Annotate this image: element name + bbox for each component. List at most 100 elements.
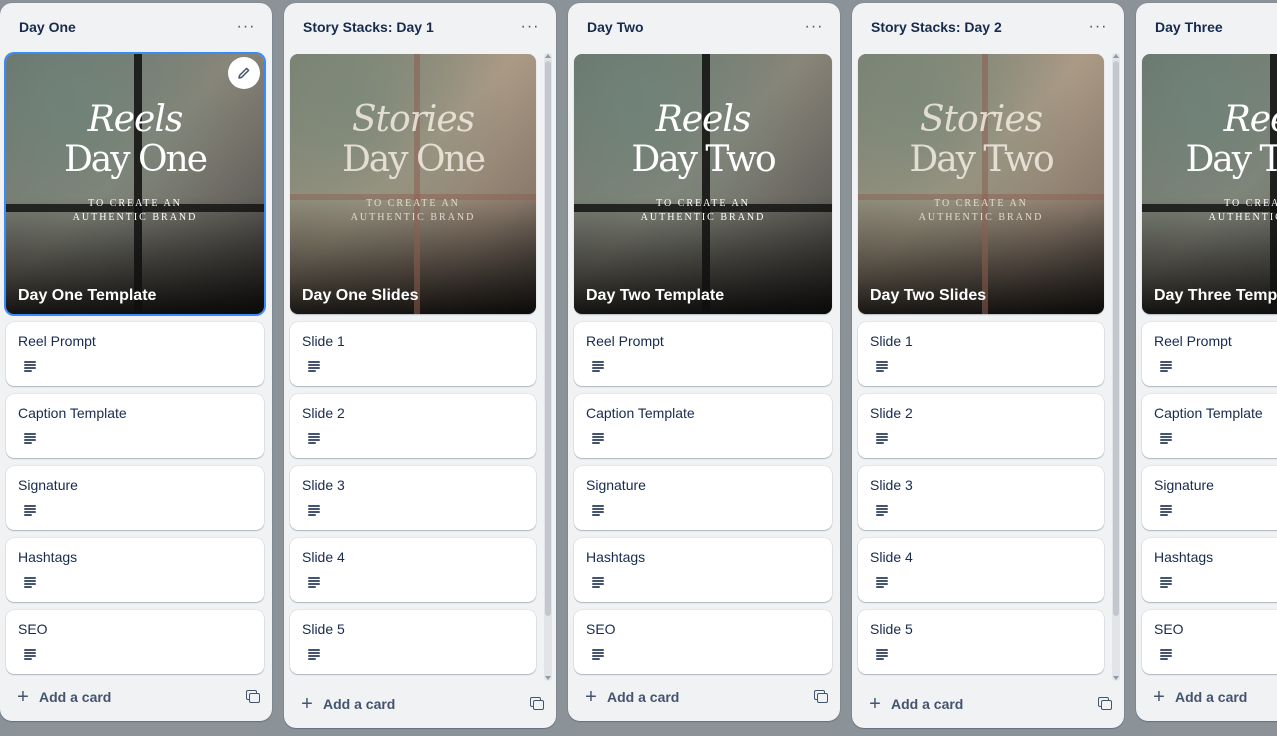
card[interactable]: Reel Prompt bbox=[1142, 322, 1277, 386]
card[interactable]: Slide 2 bbox=[858, 394, 1104, 458]
card[interactable]: Slide 3 bbox=[858, 466, 1104, 530]
card[interactable]: Slide 2 bbox=[290, 394, 536, 458]
add-card-label: Add a card bbox=[323, 696, 396, 712]
card-template-icon[interactable] bbox=[246, 690, 260, 704]
pencil-icon[interactable] bbox=[228, 57, 260, 89]
cover-image bbox=[1142, 54, 1277, 314]
list-title[interactable]: Day Three bbox=[1155, 19, 1223, 35]
card[interactable]: Slide 5 bbox=[858, 610, 1104, 674]
card[interactable]: SEO bbox=[6, 610, 264, 674]
card-title: SEO bbox=[586, 621, 616, 637]
card-title: Slide 4 bbox=[302, 549, 345, 565]
card[interactable]: Slide 1 bbox=[858, 322, 1104, 386]
cover-image bbox=[290, 54, 536, 314]
description-icon bbox=[592, 361, 604, 372]
description-icon bbox=[592, 505, 604, 516]
add-card-button[interactable]: + Add a card bbox=[583, 686, 680, 708]
list-menu-icon[interactable]: ··· bbox=[516, 13, 544, 41]
card[interactable]: Caption Template bbox=[6, 394, 264, 458]
board-canvas: Day One ··· Reels Day One TO CREATE AN A… bbox=[0, 0, 1277, 736]
cover-headline: Stories Day One bbox=[341, 99, 486, 180]
card-title: Slide 5 bbox=[302, 621, 345, 637]
card[interactable]: Signature bbox=[574, 466, 832, 530]
card-title: Hashtags bbox=[18, 549, 78, 565]
list-title[interactable]: Story Stacks: Day 1 bbox=[303, 19, 434, 35]
card[interactable]: Slide 4 bbox=[290, 538, 536, 602]
card-list: Reels Day Two TO CREATE AN AUTHENTIC BRA… bbox=[568, 51, 840, 674]
card-title: Reel Prompt bbox=[586, 333, 664, 349]
card-title: Slide 1 bbox=[870, 333, 913, 349]
card[interactable]: Reel Prompt bbox=[6, 322, 264, 386]
list-header: Story Stacks: Day 1 ··· bbox=[284, 3, 556, 51]
plus-icon: + bbox=[585, 686, 597, 708]
list-scrollbar[interactable] bbox=[544, 53, 552, 681]
card-title: SEO bbox=[18, 621, 48, 637]
card[interactable]: Signature bbox=[1142, 466, 1277, 530]
card[interactable]: Signature bbox=[6, 466, 264, 530]
card-list: Stories Day Two TO CREATE AN AUTHENTIC B… bbox=[852, 51, 1124, 674]
list-menu-icon[interactable]: ··· bbox=[1084, 13, 1112, 41]
list-menu-icon[interactable]: ··· bbox=[800, 13, 828, 41]
cover-card[interactable]: Reels Day Three TO CREATE AN AUTHENTIC B… bbox=[1142, 54, 1277, 314]
cover-headline: Reels Day Three bbox=[1185, 99, 1277, 180]
cover-card[interactable]: Reels Day One TO CREATE AN AUTHENTIC BRA… bbox=[6, 54, 264, 314]
add-card-label: Add a card bbox=[1175, 689, 1248, 705]
card[interactable]: Hashtags bbox=[6, 538, 264, 602]
list-menu-icon[interactable]: ··· bbox=[232, 13, 260, 41]
description-icon bbox=[1160, 505, 1172, 516]
card-template-icon[interactable] bbox=[1098, 697, 1112, 711]
card-template-icon[interactable] bbox=[530, 697, 544, 711]
description-icon bbox=[876, 649, 888, 660]
card-list: Reels Day One TO CREATE AN AUTHENTIC BRA… bbox=[0, 51, 272, 674]
plus-icon: + bbox=[301, 693, 313, 715]
card-title: Signature bbox=[586, 477, 646, 493]
cover-subtitle: TO CREATE AN AUTHENTIC BRAND bbox=[640, 198, 766, 223]
card[interactable]: Hashtags bbox=[574, 538, 832, 602]
card-title: Slide 2 bbox=[870, 405, 913, 421]
card[interactable]: Reel Prompt bbox=[574, 322, 832, 386]
cover-image bbox=[6, 54, 264, 314]
list-day-three: Day Three Reels Day Three TO CREATE AN A… bbox=[1136, 3, 1277, 721]
card-title: Slide 3 bbox=[302, 477, 345, 493]
card[interactable]: Caption Template bbox=[574, 394, 832, 458]
description-icon bbox=[308, 505, 320, 516]
description-icon bbox=[592, 577, 604, 588]
list-title[interactable]: Story Stacks: Day 2 bbox=[871, 19, 1002, 35]
description-icon bbox=[876, 433, 888, 444]
card[interactable]: Slide 4 bbox=[858, 538, 1104, 602]
cover-card[interactable]: Stories Day One TO CREATE AN AUTHENTIC B… bbox=[290, 54, 536, 314]
add-card-button[interactable]: + Add a card bbox=[299, 693, 396, 715]
card[interactable]: Slide 5 bbox=[290, 610, 536, 674]
cover-card[interactable]: Stories Day Two TO CREATE AN AUTHENTIC B… bbox=[858, 54, 1104, 314]
card-title: Day Two Slides bbox=[870, 287, 987, 304]
description-icon bbox=[592, 433, 604, 444]
card[interactable]: Caption Template bbox=[1142, 394, 1277, 458]
add-card-button[interactable]: + Add a card bbox=[15, 686, 112, 708]
cover-image bbox=[574, 54, 832, 314]
card[interactable]: SEO bbox=[1142, 610, 1277, 674]
add-card-button[interactable]: + Add a card bbox=[1151, 687, 1248, 707]
add-card-button[interactable]: + Add a card bbox=[867, 694, 963, 714]
card[interactable]: Hashtags bbox=[1142, 538, 1277, 602]
card-template-icon[interactable] bbox=[814, 690, 828, 704]
card-title: Hashtags bbox=[586, 549, 646, 565]
card-title: Day Three Template bbox=[1154, 287, 1277, 304]
description-icon bbox=[308, 577, 320, 588]
list-scrollbar[interactable] bbox=[1112, 53, 1120, 681]
card-title: Reel Prompt bbox=[18, 333, 96, 349]
add-card-label: Add a card bbox=[39, 689, 112, 705]
cover-subtitle: TO CREATE AN AUTHENTIC BRAND bbox=[72, 198, 198, 223]
card[interactable]: Slide 1 bbox=[290, 322, 536, 386]
card[interactable]: SEO bbox=[574, 610, 832, 674]
list-title[interactable]: Day One bbox=[19, 19, 76, 35]
card-title: Slide 3 bbox=[870, 477, 913, 493]
plus-icon: + bbox=[17, 686, 29, 708]
cover-subtitle: TO CREATE AN AUTHENTIC BRAND bbox=[1208, 198, 1277, 223]
add-card-label: Add a card bbox=[607, 689, 680, 705]
cover-card[interactable]: Reels Day Two TO CREATE AN AUTHENTIC BRA… bbox=[574, 54, 832, 314]
description-icon bbox=[1160, 577, 1172, 588]
card[interactable]: Slide 3 bbox=[290, 466, 536, 530]
card-title: Day Two Template bbox=[586, 287, 725, 304]
card-title: Hashtags bbox=[1154, 549, 1214, 565]
list-title[interactable]: Day Two bbox=[587, 19, 644, 35]
